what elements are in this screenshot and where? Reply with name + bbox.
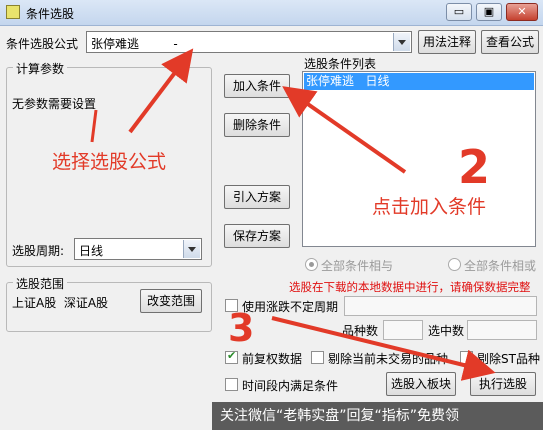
annotation-step3-number: 3 (228, 306, 255, 350)
tick-step1 (90, 109, 98, 143)
promo-footer: 关注微信“老韩实盘”回复“指标”免费领 (212, 402, 543, 430)
annotation-step1: 选择选股公式 (52, 151, 167, 173)
annotation-step2: 点击加入条件 (372, 196, 487, 218)
arrow-step2 (282, 86, 407, 174)
arrow-step3 (271, 316, 496, 381)
arrow-step1 (128, 48, 194, 134)
annotation-step2-number: 2 (458, 140, 491, 194)
